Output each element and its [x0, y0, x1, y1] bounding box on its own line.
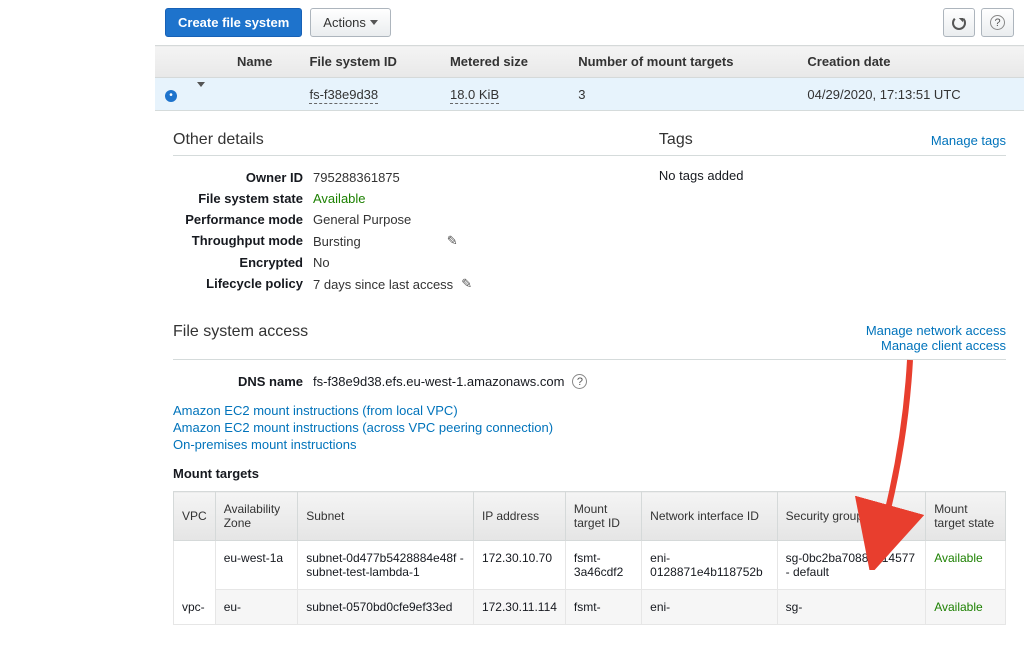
owner-id-label: Owner ID [173, 170, 313, 185]
tags-empty: No tags added [659, 168, 1006, 183]
mt-mtid: fsmt- [565, 590, 641, 625]
mt-az: eu- [215, 590, 298, 625]
table-row[interactable]: • fs-f38e9d38 18.0 KiB 3 04/29/2020, 17:… [155, 78, 1024, 111]
dns-value: fs-f38e9d38.efs.eu-west-1.amazonaws.com [313, 374, 564, 389]
col-mount-targets[interactable]: Number of mount targets [568, 46, 797, 78]
help-icon[interactable]: ? [572, 374, 587, 389]
cell-fsid: fs-f38e9d38 [299, 78, 440, 111]
mt-col-mtid: Mount target ID [565, 492, 641, 541]
manage-tags-link[interactable]: Manage tags [931, 133, 1006, 148]
mount-targets-table: VPC Availability Zone Subnet IP address … [173, 491, 1006, 625]
chevron-down-icon[interactable] [197, 82, 205, 102]
state-value: Available [313, 191, 366, 206]
mt-mtid: fsmt-3a46cdf2 [565, 541, 641, 590]
cell-name [227, 78, 299, 111]
mount-targets-title: Mount targets [173, 466, 1006, 481]
mt-vpc: vpc- [174, 541, 216, 625]
mt-eni: eni- [642, 590, 777, 625]
mt-subnet: subnet-0570bd0cfe9ef33ed [298, 590, 474, 625]
help-icon: ? [990, 15, 1005, 30]
mt-subnet: subnet-0d477b5428884e48f - subnet-test-l… [298, 541, 474, 590]
mt-sg: sg- [777, 590, 926, 625]
cell-mount-count: 3 [568, 78, 797, 111]
tags-title: Tags [659, 131, 693, 149]
table-row: eu- subnet-0570bd0cfe9ef33ed 172.30.11.1… [174, 590, 1006, 625]
mt-ip: 172.30.11.114 [473, 590, 565, 625]
mt-col-vpc: VPC [174, 492, 216, 541]
fsa-title: File system access [173, 323, 308, 353]
mt-state: Available [926, 541, 1006, 590]
col-metered[interactable]: Metered size [440, 46, 568, 78]
mt-az: eu-west-1a [215, 541, 298, 590]
state-label: File system state [173, 191, 313, 206]
ec2-peer-link[interactable]: Amazon EC2 mount instructions (across VP… [173, 420, 1006, 435]
cell-creation: 04/29/2020, 17:13:51 UTC [797, 78, 1024, 111]
other-details-title: Other details [173, 131, 264, 149]
manage-client-link[interactable]: Manage client access [866, 338, 1006, 353]
manage-network-link[interactable]: Manage network access [866, 323, 1006, 338]
perf-mode-value: General Purpose [313, 212, 411, 227]
ec2-local-link[interactable]: Amazon EC2 mount instructions (from loca… [173, 403, 1006, 418]
actions-label: Actions [323, 15, 366, 30]
col-fsid[interactable]: File system ID [299, 46, 440, 78]
perf-mode-label: Performance mode [173, 212, 313, 227]
expand-icon[interactable]: • [165, 90, 177, 102]
pencil-icon[interactable]: ✎ [447, 233, 458, 249]
throughput-value: Bursting [313, 234, 361, 249]
mt-eni: eni-0128871e4b118752b [642, 541, 777, 590]
mt-col-ip: IP address [473, 492, 565, 541]
cell-metered: 18.0 KiB [440, 78, 568, 111]
throughput-label: Throughput mode [173, 233, 313, 249]
toolbar: Create file system Actions ? [155, 0, 1024, 45]
refresh-icon [952, 16, 966, 30]
lifecycle-value: 7 days since last access [313, 277, 453, 292]
details-panel: Other details Tags Manage tags Owner ID … [155, 111, 1024, 655]
encrypted-label: Encrypted [173, 255, 313, 270]
mt-col-eni: Network interface ID [642, 492, 777, 541]
mt-ip: 172.30.10.70 [473, 541, 565, 590]
mt-col-state: Mount target state [926, 492, 1006, 541]
owner-id-value: 795288361875 [313, 170, 400, 185]
mt-col-az: Availability Zone [215, 492, 298, 541]
mt-col-subnet: Subnet [298, 492, 474, 541]
col-name[interactable]: Name [227, 46, 299, 78]
mt-sg: sg-0bc2ba70884414577 - default [777, 541, 926, 590]
mt-col-sg: Security groups [777, 492, 926, 541]
file-systems-table: Name File system ID Metered size Number … [155, 45, 1024, 111]
onprem-link[interactable]: On-premises mount instructions [173, 437, 1006, 452]
encrypted-value: No [313, 255, 330, 270]
mt-state: Available [926, 590, 1006, 625]
chevron-down-icon [370, 20, 378, 25]
help-button[interactable]: ? [981, 8, 1014, 37]
table-row: vpc- eu-west-1a subnet-0d477b5428884e48f… [174, 541, 1006, 590]
pencil-icon[interactable]: ✎ [461, 276, 472, 292]
create-file-system-button[interactable]: Create file system [165, 8, 302, 37]
lifecycle-label: Lifecycle policy [173, 276, 313, 292]
col-creation[interactable]: Creation date [797, 46, 1024, 78]
actions-dropdown[interactable]: Actions [310, 8, 391, 37]
dns-label: DNS name [173, 374, 313, 389]
refresh-button[interactable] [943, 8, 975, 37]
